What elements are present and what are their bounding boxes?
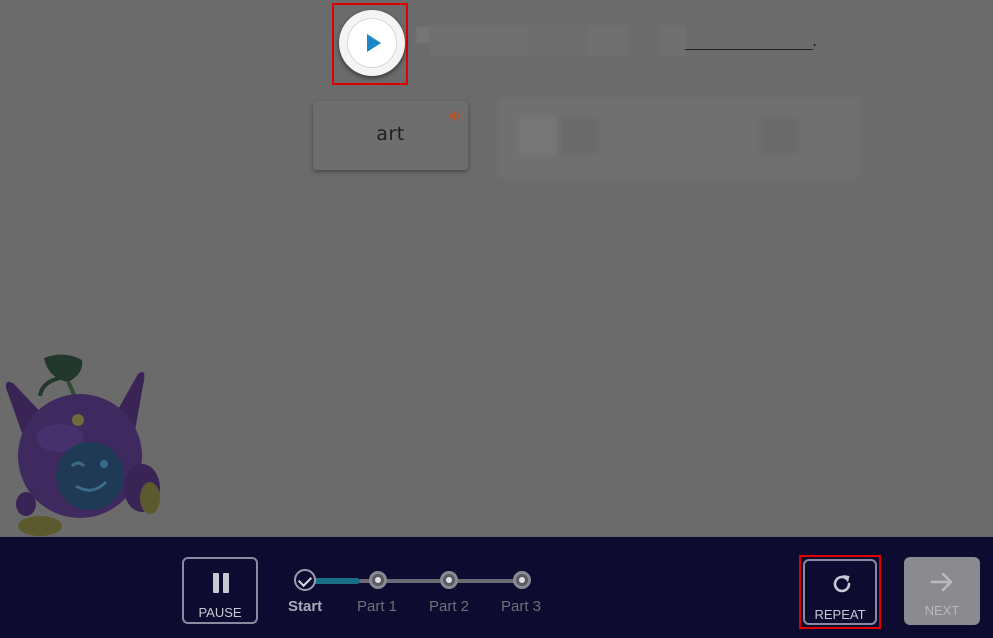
pause-icon — [211, 573, 231, 593]
sentence-period: . — [812, 30, 818, 50]
hidden-sentence-fragment — [628, 25, 660, 57]
progress-step-label: Start — [288, 598, 323, 615]
hidden-sentence-fragment — [416, 27, 430, 43]
check-icon — [297, 572, 313, 588]
progress-step-part1-marker — [369, 571, 387, 589]
repeat-highlight: REPEAT — [799, 555, 881, 629]
play-button[interactable] — [339, 10, 405, 76]
repeat-icon — [833, 575, 851, 593]
repeat-label: REPEAT — [814, 607, 866, 622]
progress-step-label: Part 1 — [357, 598, 398, 615]
mascot-character — [5, 354, 160, 536]
next-button[interactable]: NEXT — [904, 557, 980, 625]
progress-step-label: Part 2 — [429, 598, 470, 615]
repeat-button[interactable]: REPEAT — [803, 559, 877, 625]
next-label: NEXT — [924, 603, 960, 618]
hidden-answer-area — [498, 97, 860, 179]
arrow-right-icon — [930, 572, 953, 592]
progress-step-start-marker — [294, 569, 316, 591]
play-icon — [367, 34, 381, 52]
word-card-art[interactable]: art — [313, 101, 468, 170]
pause-button[interactable]: PAUSE — [182, 557, 258, 624]
hidden-sentence-fragment — [528, 25, 588, 57]
progress-step-label: Part 3 — [501, 598, 542, 615]
pause-label: PAUSE — [198, 605, 242, 620]
play-highlight — [332, 3, 408, 85]
word-card-label: art — [376, 123, 405, 145]
activity-area: . art — [0, 0, 993, 537]
progress-step-part3-marker — [513, 571, 531, 589]
bottom-control-bar: PAUSE Start Part 1 Part 2 Part 3 REPEAT … — [0, 537, 993, 638]
answer-blank — [685, 49, 813, 50]
play-button-face — [347, 18, 397, 68]
progress-step-part2-marker — [440, 571, 458, 589]
speaker-icon[interactable] — [449, 111, 461, 121]
